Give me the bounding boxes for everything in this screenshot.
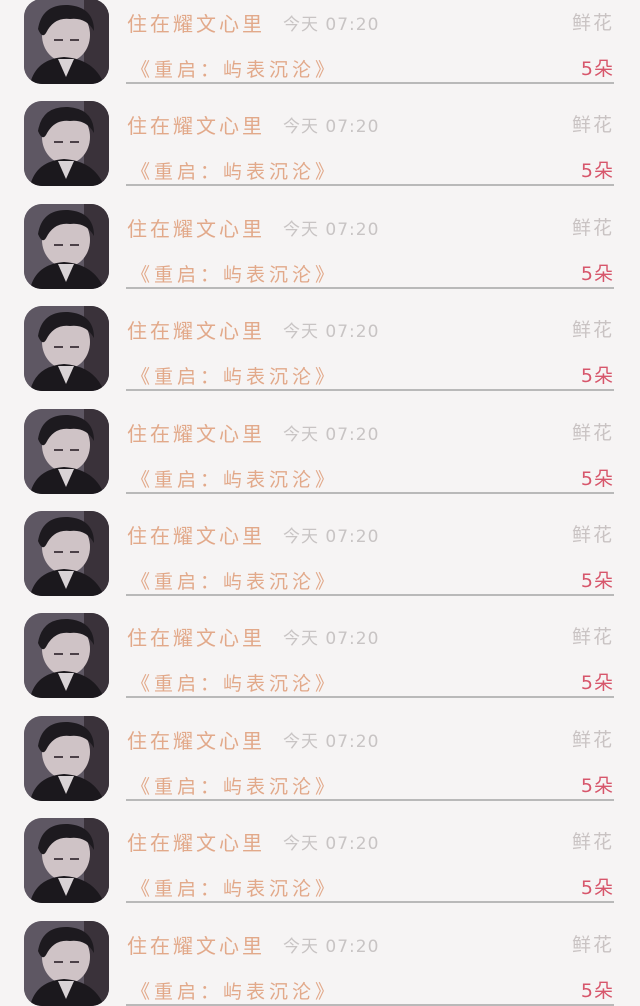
sender-name[interactable]: 住在耀文心里 (127, 622, 265, 651)
gift-type-label: 鲜花 (571, 933, 614, 956)
gift-count: 5朵 (580, 160, 614, 183)
gift-type-label: 鲜花 (571, 523, 614, 546)
book-title-link[interactable]: 《重启：屿表沉沦》 (131, 55, 338, 82)
gift-type-label: 鲜花 (571, 421, 614, 444)
book-title-link[interactable]: 《重启：屿表沉沦》 (131, 874, 338, 901)
gift-type-label: 鲜花 (571, 319, 614, 342)
gift-count: 5朵 (580, 569, 614, 592)
message-time: 今天 07:20 (283, 15, 380, 35)
gift-type-label: 鲜花 (571, 216, 614, 239)
user-avatar[interactable] (24, 818, 109, 904)
user-avatar-icon (24, 510, 109, 596)
book-title-link[interactable]: 《重启：屿表沉沦》 (131, 362, 338, 389)
book-title-link[interactable]: 《重启：屿表沉沦》 (131, 977, 338, 1004)
user-avatar[interactable] (24, 203, 109, 289)
user-avatar-icon (24, 715, 109, 801)
sender-name[interactable]: 住在耀文心里 (127, 315, 265, 344)
list-item[interactable]: 住在耀文心里 今天 07:20 鲜花 《重启：屿表沉沦》 5朵 (0, 904, 640, 1006)
message-time: 今天 07:20 (283, 424, 380, 445)
gift-message-list: 住在耀文心里 今天 07:20 鲜花 《重启：屿表沉沦》 5朵 住在耀文心里 今… (0, 0, 640, 1006)
message-time: 今天 07:20 (283, 219, 380, 240)
message-time: 今天 07:20 (283, 936, 380, 957)
sender-name[interactable]: 住在耀文心里 (127, 418, 265, 447)
sender-name[interactable]: 住在耀文心里 (127, 110, 265, 139)
gift-count: 5朵 (580, 877, 614, 900)
user-avatar-icon (24, 203, 109, 289)
user-avatar-icon (24, 0, 109, 84)
user-avatar[interactable] (24, 408, 109, 494)
sender-name[interactable]: 住在耀文心里 (127, 8, 265, 37)
list-item[interactable]: 住在耀文心里 今天 07:20 鲜花 《重启：屿表沉沦》 5朵 (0, 801, 640, 904)
user-avatar-icon (24, 306, 109, 392)
gift-type-label: 鲜花 (571, 12, 614, 34)
gift-type-label: 鲜花 (571, 626, 614, 649)
gift-count: 5朵 (580, 774, 614, 797)
gift-type-label: 鲜花 (571, 114, 614, 137)
sender-name[interactable]: 住在耀文心里 (127, 827, 265, 856)
user-avatar[interactable] (24, 613, 109, 699)
user-avatar-icon (24, 408, 109, 494)
message-time: 今天 07:20 (283, 731, 380, 752)
gift-type-label: 鲜花 (571, 728, 614, 751)
list-item[interactable]: 住在耀文心里 今天 07:20 鲜花 《重启：屿表沉沦》 5朵 (0, 494, 640, 596)
list-item[interactable]: 住在耀文心里 今天 07:20 鲜花 《重启：屿表沉沦》 5朵 (0, 84, 640, 187)
gift-count: 5朵 (580, 262, 614, 285)
book-title-link[interactable]: 《重启：屿表沉沦》 (131, 772, 338, 799)
list-item[interactable]: 住在耀文心里 今天 07:20 鲜花 《重启：屿表沉沦》 5朵 (0, 289, 640, 392)
user-avatar-icon (24, 818, 109, 904)
book-title-link[interactable]: 《重启：屿表沉沦》 (131, 567, 338, 594)
sender-name[interactable]: 住在耀文心里 (127, 213, 265, 242)
message-time: 今天 07:20 (283, 117, 380, 138)
gift-type-label: 鲜花 (571, 831, 614, 854)
book-title-link[interactable]: 《重启：屿表沉沦》 (131, 465, 338, 492)
sender-name[interactable]: 住在耀文心里 (127, 725, 265, 754)
list-item[interactable]: 住在耀文心里 今天 07:20 鲜花 《重启：屿表沉沦》 5朵 (0, 596, 640, 699)
gift-count: 5朵 (580, 365, 614, 388)
message-time: 今天 07:20 (283, 834, 380, 855)
list-item[interactable]: 住在耀文心里 今天 07:20 鲜花 《重启：屿表沉沦》 5朵 (0, 392, 640, 494)
list-item[interactable]: 住在耀文心里 今天 07:20 鲜花 《重启：屿表沉沦》 5朵 (0, 0, 640, 84)
user-avatar[interactable] (24, 510, 109, 596)
book-title-link[interactable]: 《重启：屿表沉沦》 (131, 669, 338, 696)
message-time: 今天 07:20 (283, 322, 380, 343)
gift-count: 5朵 (580, 58, 614, 80)
message-time: 今天 07:20 (283, 526, 380, 547)
user-avatar[interactable] (24, 715, 109, 801)
user-avatar[interactable] (24, 920, 109, 1006)
user-avatar-icon (24, 920, 109, 1006)
sender-name[interactable]: 住在耀文心里 (127, 520, 265, 549)
message-time: 今天 07:20 (283, 629, 380, 650)
list-item[interactable]: 住在耀文心里 今天 07:20 鲜花 《重启：屿表沉沦》 5朵 (0, 187, 640, 289)
user-avatar[interactable] (24, 306, 109, 392)
gift-count: 5朵 (580, 467, 614, 490)
list-item[interactable]: 住在耀文心里 今天 07:20 鲜花 《重启：屿表沉沦》 5朵 (0, 699, 640, 801)
user-avatar[interactable] (24, 101, 109, 187)
user-avatar-icon (24, 101, 109, 187)
user-avatar[interactable] (24, 0, 109, 84)
sender-name[interactable]: 住在耀文心里 (127, 930, 265, 959)
gift-count: 5朵 (580, 672, 614, 695)
book-title-link[interactable]: 《重启：屿表沉沦》 (131, 157, 338, 184)
user-avatar-icon (24, 613, 109, 699)
book-title-link[interactable]: 《重启：屿表沉沦》 (131, 260, 338, 287)
gift-count: 5朵 (580, 979, 614, 1002)
